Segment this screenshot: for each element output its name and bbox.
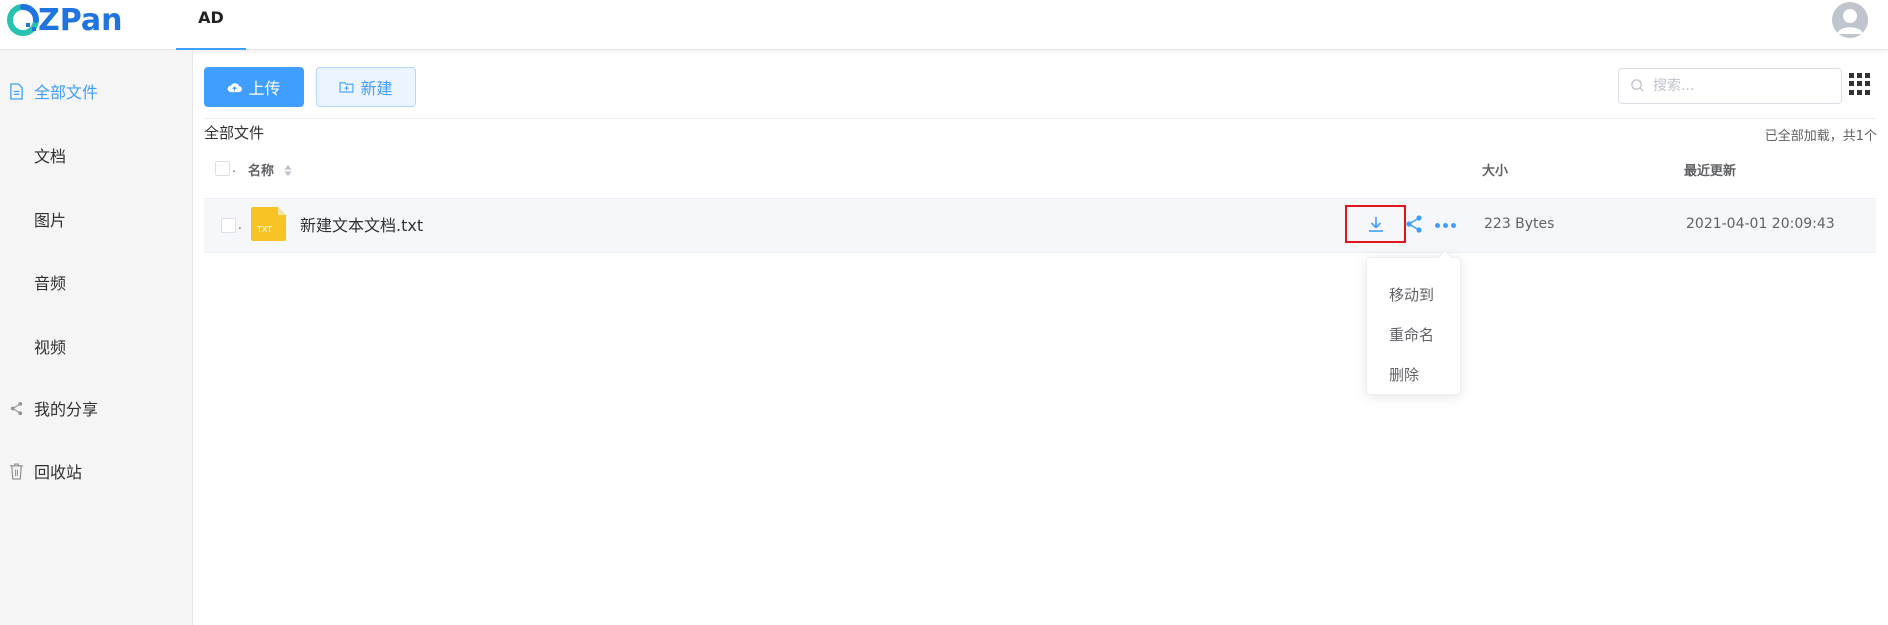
avatar[interactable] <box>1832 2 1868 38</box>
download-icon <box>1368 217 1383 232</box>
sidebar-item-recycle-bin[interactable]: 回收站 <box>0 451 193 491</box>
breadcrumb: 全部文件 <box>204 124 265 142</box>
file-updated: 2021-04-01 20:09:43 <box>1686 216 1835 232</box>
search-icon <box>1631 79 1644 92</box>
menu-item-delete[interactable]: 删除 <box>1389 364 1419 385</box>
new-label: 新建 <box>360 79 393 98</box>
document-icon <box>7 82 25 100</box>
upload-button[interactable]: 上传 <box>204 67 304 107</box>
sidebar-item-all-files[interactable]: 全部文件 <box>0 71 193 111</box>
user-icon <box>1837 9 1863 34</box>
sidebar-item-label: 图片 <box>34 211 67 230</box>
table-row[interactable] <box>204 198 1876 253</box>
row-checkbox[interactable] <box>221 218 236 233</box>
load-summary: 已全部加载，共1个 <box>1764 129 1877 144</box>
column-header-updated: 最近更新 <box>1684 164 1737 179</box>
new-button[interactable]: 新建 <box>316 67 416 107</box>
select-all-checkbox[interactable] <box>215 161 230 176</box>
tab-label: AD <box>198 8 224 27</box>
tab-ad[interactable]: AD <box>176 0 246 50</box>
more-actions-button[interactable] <box>1435 214 1463 236</box>
sidebar-item-audio[interactable]: 音频 <box>0 262 193 302</box>
share-icon <box>1406 215 1422 233</box>
grid-view-button[interactable] <box>1849 73 1871 95</box>
zpan-logo[interactable]: ZPan <box>6 2 123 38</box>
menu-item-move[interactable]: 移动到 <box>1389 284 1434 305</box>
folder-add-icon <box>339 82 354 93</box>
zpan-logo-icon <box>7 4 39 36</box>
sidebar: 全部文件 文档 图片 音频 视频 我的分享 回收站 <box>0 51 193 625</box>
sidebar-item-my-shares[interactable]: 我的分享 <box>0 388 193 428</box>
share-button[interactable] <box>1404 214 1426 236</box>
grid-view-icon <box>1849 73 1854 78</box>
brand-name: ZPan <box>38 2 123 38</box>
sidebar-item-documents[interactable]: 文档 <box>0 135 193 175</box>
search-input[interactable] <box>1653 71 1833 101</box>
txt-file-icon: TXT <box>251 207 286 241</box>
sidebar-item-label: 我的分享 <box>34 400 99 419</box>
sidebar-item-label: 音频 <box>34 274 67 293</box>
upload-label: 上传 <box>248 79 281 98</box>
checkbox-suffix: . <box>238 218 242 232</box>
more-icon <box>1435 222 1440 228</box>
download-button[interactable] <box>1345 205 1406 243</box>
sidebar-item-label: 全部文件 <box>34 83 99 102</box>
column-name-label: 名称 <box>248 164 275 179</box>
sidebar-item-video[interactable]: 视频 <box>0 326 193 366</box>
row-actions-menu: 移动到 重命名 删除 <box>1366 249 1461 395</box>
cloud-upload-icon <box>228 82 243 92</box>
sort-icon <box>283 164 292 177</box>
column-header-name[interactable]: 名称 <box>248 160 293 179</box>
divider <box>204 118 1876 119</box>
share-icon <box>7 399 25 417</box>
file-type-label: TXT <box>256 225 272 234</box>
column-header-size: 大小 <box>1482 164 1509 179</box>
file-size: 223 Bytes <box>1484 216 1555 232</box>
checkbox-suffix: . <box>232 161 236 175</box>
trash-icon <box>7 462 25 480</box>
sidebar-item-label: 视频 <box>34 338 67 357</box>
file-name[interactable]: 新建文本文档.txt <box>300 212 423 236</box>
menu-item-rename[interactable]: 重命名 <box>1389 324 1434 345</box>
top-header: ZPan AD <box>0 0 1888 50</box>
sidebar-item-images[interactable]: 图片 <box>0 199 193 239</box>
search-box <box>1618 68 1842 104</box>
sidebar-item-label: 回收站 <box>34 463 83 482</box>
sidebar-item-label: 文档 <box>34 147 67 166</box>
